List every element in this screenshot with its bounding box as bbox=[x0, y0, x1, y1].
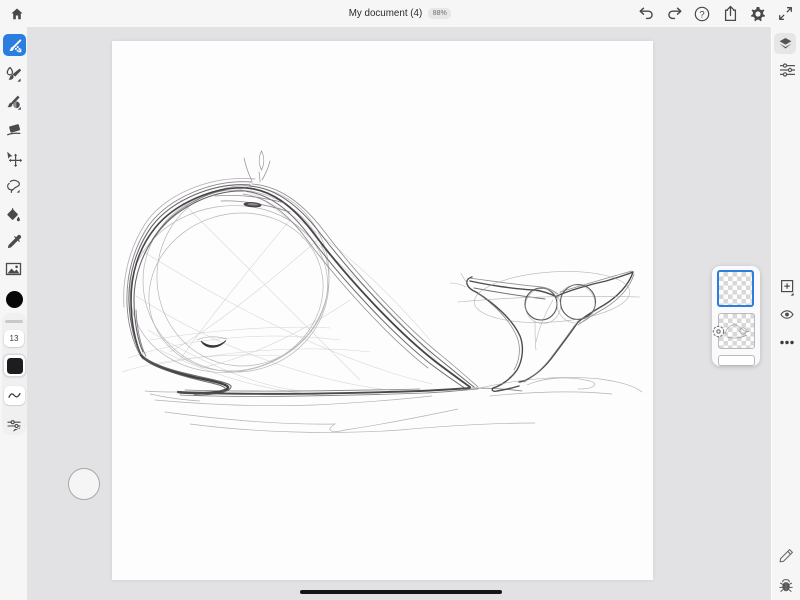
svg-text:?: ? bbox=[699, 9, 704, 20]
